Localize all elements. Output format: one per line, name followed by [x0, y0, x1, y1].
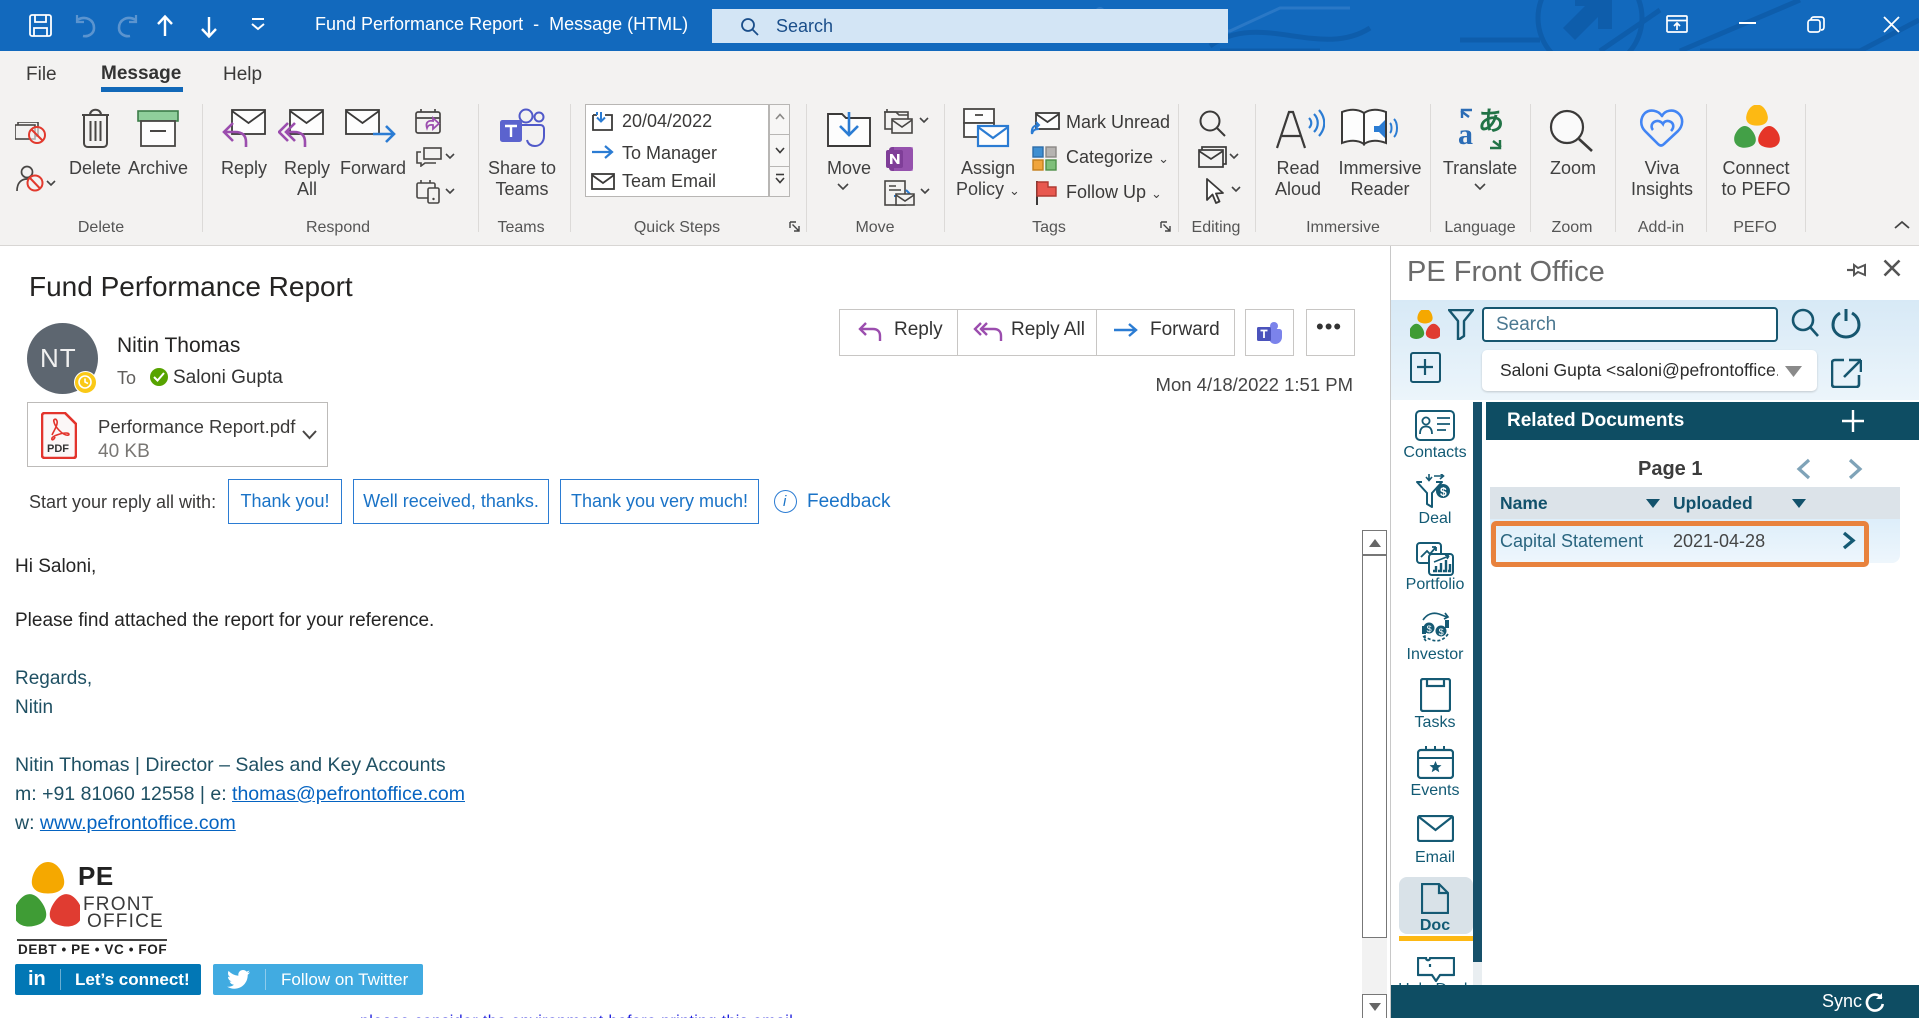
svg-text:$: $: [1439, 627, 1444, 637]
svg-text:PDF: PDF: [47, 443, 69, 455]
svg-text:あ: あ: [1478, 108, 1504, 136]
svg-text:a: a: [1458, 118, 1473, 150]
svg-text:$: $: [1427, 624, 1432, 634]
svg-text:$: $: [1440, 485, 1447, 499]
